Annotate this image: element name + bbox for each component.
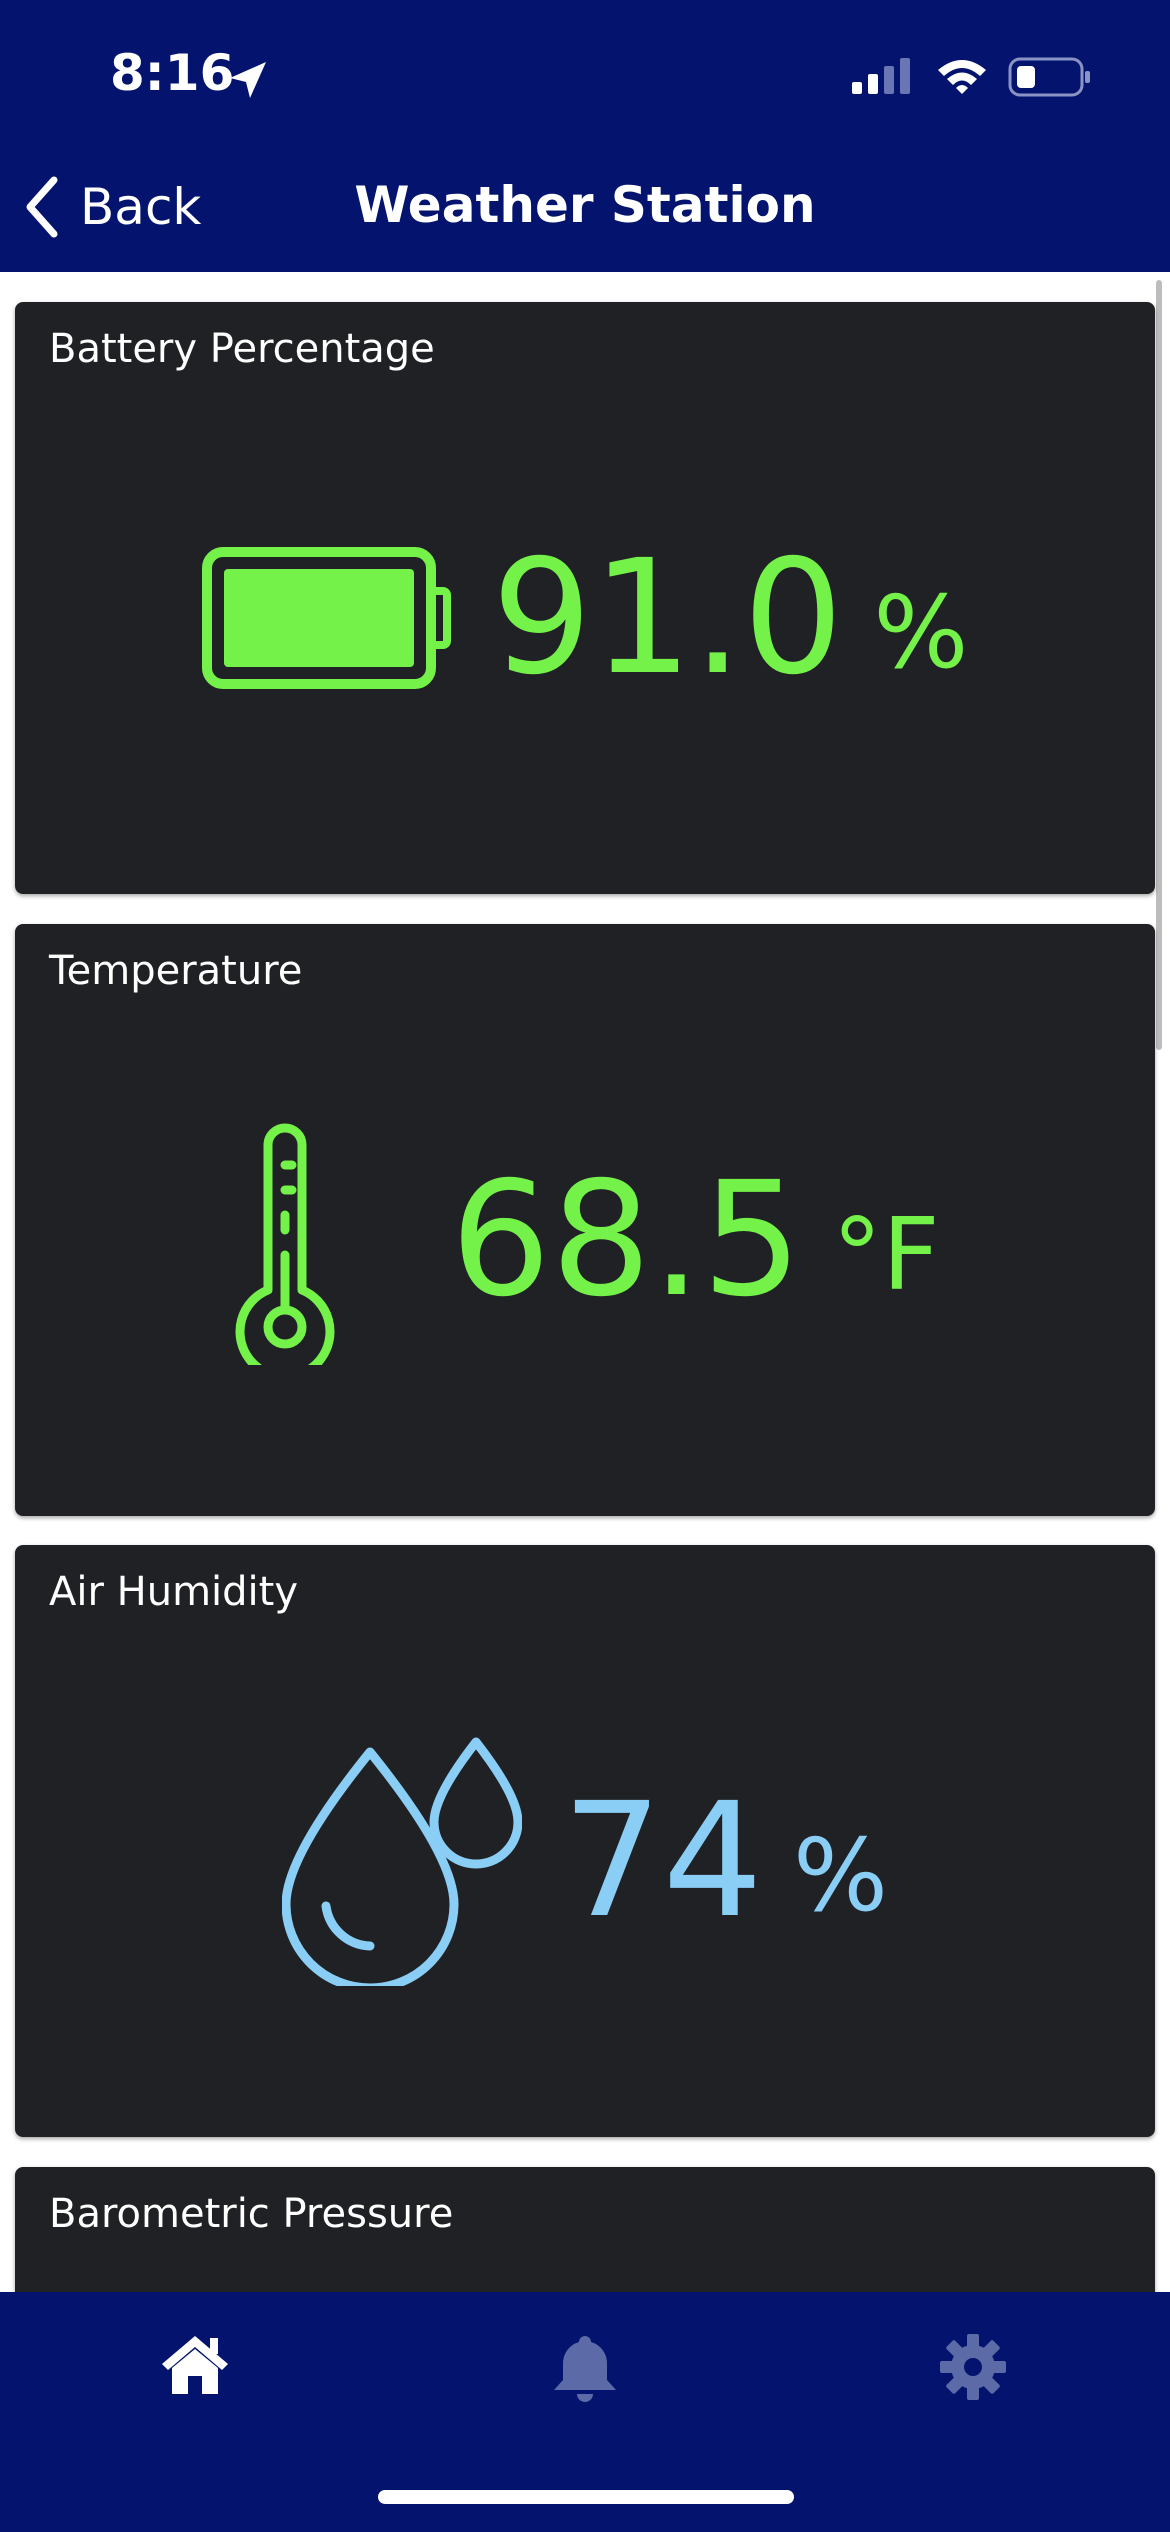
humidity-value: 74 xyxy=(561,1769,764,1953)
battery-unit: % xyxy=(873,574,969,691)
header: 8:16 Back Weather Station xyxy=(0,0,1170,272)
temperature-card[interactable]: Temperature 68.5 °F xyxy=(15,924,1155,1516)
temperature-unit: °F xyxy=(832,1196,940,1313)
gear-icon[interactable] xyxy=(938,2332,1008,2402)
location-arrow-icon xyxy=(230,62,266,98)
sensor-list[interactable]: Battery Percentage 91.0 % Temperature 68… xyxy=(0,272,1170,2292)
page-title: Weather Station xyxy=(354,176,816,234)
card-title: Barometric Pressure xyxy=(49,2191,454,2237)
wifi-icon xyxy=(938,60,986,94)
cellular-signal-icon xyxy=(852,58,910,94)
status-time: 8:16 xyxy=(110,44,235,102)
humidity-card[interactable]: Air Humidity 74 % xyxy=(15,1545,1155,2137)
water-drops-icon xyxy=(281,1737,522,1986)
pressure-card[interactable]: Barometric Pressure xyxy=(15,2167,1155,2292)
bell-icon[interactable] xyxy=(550,2332,620,2408)
thermometer-icon xyxy=(235,1123,335,1365)
temperature-value: 68.5 xyxy=(450,1148,803,1332)
battery-value: 91.0 xyxy=(491,526,844,710)
battery-status-icon xyxy=(1008,57,1090,97)
scrollbar[interactable] xyxy=(1156,280,1162,1050)
humidity-unit: % xyxy=(793,1817,889,1934)
battery-card[interactable]: Battery Percentage 91.0 % xyxy=(15,302,1155,894)
home-indicator[interactable] xyxy=(378,2490,794,2504)
home-icon[interactable] xyxy=(160,2332,230,2398)
battery-icon xyxy=(201,547,451,689)
